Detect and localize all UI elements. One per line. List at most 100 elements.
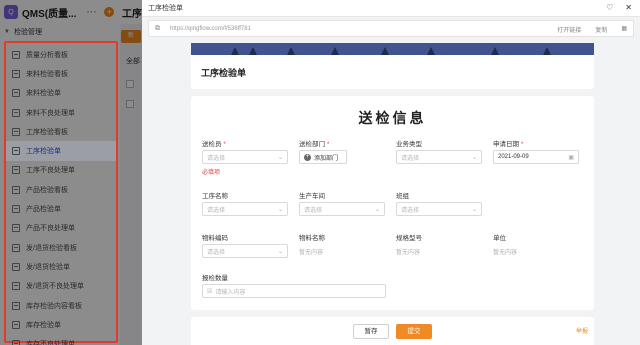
number-icon: ☒ xyxy=(207,288,213,295)
form-banner xyxy=(191,43,594,55)
inspect-qty-input[interactable]: ☒ 请输入内容 xyxy=(202,284,386,298)
material-code-select[interactable]: 请选择 ⌄ xyxy=(202,244,288,258)
url-text[interactable]: https://qingflow.com/f/536ff781 xyxy=(170,26,251,32)
sidebar-item-label: 库存不良处理单 xyxy=(26,341,75,345)
inspector-select[interactable]: 请选择 ⌄ xyxy=(202,150,288,164)
unit-field: 单位 暂无内容 xyxy=(493,232,517,258)
sidebar-item[interactable]: 库存检验单 xyxy=(6,315,116,334)
workshop-label: 生产车间 xyxy=(299,193,325,200)
sidebar-item-label: 来料检验单 xyxy=(26,90,61,98)
form-icon xyxy=(12,224,20,233)
unit-value: 暂无内容 xyxy=(493,249,518,256)
dashboard-icon xyxy=(12,243,20,252)
sidebar-item-label: 发/退货不良处理单 xyxy=(26,283,84,291)
sidebar-item-label: 产品不良处理单 xyxy=(26,225,75,233)
inspect-qty-field: 报检数量 ☒ 请输入内容 xyxy=(202,272,386,298)
dashboard-icon xyxy=(12,50,20,59)
sidebar-item-label: 库存检验单 xyxy=(26,321,61,329)
chevron-down-icon: ⌄ xyxy=(374,207,380,213)
form-icon xyxy=(12,147,20,156)
calendar-icon: ▣ xyxy=(568,155,574,161)
process-name-select[interactable]: 请选择 ⌄ xyxy=(202,202,288,216)
pin-icon[interactable]: ♡ xyxy=(606,3,613,12)
sidebar-item[interactable]: 工序检验单 xyxy=(6,141,116,161)
business-type-label: 业务类型 xyxy=(396,141,422,148)
team-label: 班组 xyxy=(396,193,409,200)
save-draft-button[interactable]: 暂存 xyxy=(353,324,389,339)
dashboard-icon xyxy=(12,69,20,78)
sidebar-item-label: 来料检验看板 xyxy=(26,70,68,78)
plus-icon: + xyxy=(304,153,311,161)
sidebar-item[interactable]: 发/退货不良处理单 xyxy=(6,277,116,296)
inspector-error: 必填项 xyxy=(202,170,221,176)
spec-model-value: 暂无内容 xyxy=(396,249,421,256)
apply-date-picker[interactable]: 2021-09-09 ▣ xyxy=(493,150,579,164)
report-link[interactable]: 举报 xyxy=(576,326,588,335)
sidebar-item-label: 质量分析看板 xyxy=(26,51,68,59)
apply-date-label: 申请日期 xyxy=(493,141,519,148)
copy-link-button[interactable]: 复制 xyxy=(595,25,607,34)
inspector-label: 送检员 xyxy=(202,141,222,148)
workshop-field: 生产车间 请选择 ⌄ xyxy=(299,190,385,216)
sidebar-item[interactable]: 产品不良处理单 xyxy=(6,219,116,238)
sidebar-item[interactable]: 库存检验内容看板 xyxy=(6,296,116,315)
submit-button[interactable]: 提交 xyxy=(396,324,432,339)
sidebar-item-label: 产品检验看板 xyxy=(26,186,68,194)
modal-title: 工序检验单 xyxy=(142,0,640,17)
team-select[interactable]: 请选择 ⌄ xyxy=(396,202,482,216)
link-icon: ⧉ xyxy=(155,24,160,32)
form-icon xyxy=(12,166,20,175)
sidebar-item[interactable]: 发/退货检验单 xyxy=(6,257,116,276)
add-department-button[interactable]: + 添加部门 xyxy=(299,150,347,164)
form-icon xyxy=(12,89,20,98)
form-icon xyxy=(12,108,20,117)
dashboard-icon xyxy=(12,185,20,194)
business-type-select[interactable]: 请选择 ⌄ xyxy=(396,150,482,164)
form-icon xyxy=(12,320,20,329)
form-icon xyxy=(12,262,20,271)
material-code-label: 物料编码 xyxy=(202,235,228,242)
open-link-button[interactable]: 打开链接 xyxy=(557,25,581,34)
sidebar-item[interactable]: 工序检验看板 xyxy=(6,122,116,141)
form-modal: 工序检验单 ♡ ✕ ⧉ https://qingflow.com/f/536ff… xyxy=(142,0,640,345)
sidebar-item[interactable]: 来料检验看板 xyxy=(6,64,116,83)
chevron-down-icon: ⌄ xyxy=(471,207,477,213)
close-icon[interactable]: ✕ xyxy=(625,3,632,12)
material-name-value: 暂无内容 xyxy=(299,249,324,256)
workshop-select[interactable]: 请选择 ⌄ xyxy=(299,202,385,216)
sidebar-item[interactable]: 产品检验看板 xyxy=(6,180,116,199)
unit-label: 单位 xyxy=(493,235,506,242)
spec-model-label: 规格型号 xyxy=(396,235,422,242)
spec-model-field: 规格型号 暂无内容 xyxy=(396,232,422,258)
department-label: 送检部门 xyxy=(299,141,325,148)
url-bar: ⧉ https://qingflow.com/f/536ff781 打开链接 复… xyxy=(148,20,634,37)
chevron-down-icon: ⌄ xyxy=(277,207,283,213)
department-field: 送检部门 * + 添加部门 xyxy=(299,138,347,164)
sidebar-item[interactable]: 工序不良处理单 xyxy=(6,161,116,180)
sidebar-item[interactable]: 来料检验单 xyxy=(6,84,116,103)
sidebar-item[interactable]: 质量分析看板 xyxy=(6,45,116,64)
sidebar-item[interactable]: 发/退货检验看板 xyxy=(6,238,116,257)
form-header: 工序检验单 xyxy=(191,55,594,89)
chevron-down-icon: ⌄ xyxy=(471,155,477,161)
qrcode-icon[interactable]: ▦ xyxy=(621,25,627,34)
sidebar-item[interactable]: 来料不良处理单 xyxy=(6,103,116,122)
chevron-down-icon: ⌄ xyxy=(277,249,283,255)
sidebar-item-label: 发/退货检验单 xyxy=(26,263,70,271)
chevron-down-icon: ⌄ xyxy=(277,155,283,161)
inspect-qty-label: 报检数量 xyxy=(202,275,228,282)
inspector-field: 送检员 * 请选择 ⌄ 必填项 xyxy=(202,138,288,176)
sidebar-item[interactable]: 库存不良处理单 xyxy=(6,334,116,345)
sidebar-item-label: 工序检验看板 xyxy=(26,128,68,136)
sidebar-item-label: 工序不良处理单 xyxy=(26,167,75,175)
material-name-label: 物料名称 xyxy=(299,235,325,242)
form-icon xyxy=(12,282,20,291)
section-title: 送检信息 xyxy=(358,110,427,126)
sidebar-menu-list: 质量分析看板 来料检验看板 来料检验单来料不良处理单 工序检验看板 工序检验单工序不良处… xyxy=(4,41,118,345)
process-name-field: 工序名称 请选择 ⌄ xyxy=(202,190,288,216)
dashboard-icon xyxy=(12,301,20,310)
sidebar-item[interactable]: 产品检验单 xyxy=(6,199,116,218)
sidebar-item-label: 工序检验单 xyxy=(26,148,61,156)
sidebar-item-label: 发/退货检验看板 xyxy=(26,244,77,252)
sidebar-item-label: 来料不良处理单 xyxy=(26,109,75,117)
